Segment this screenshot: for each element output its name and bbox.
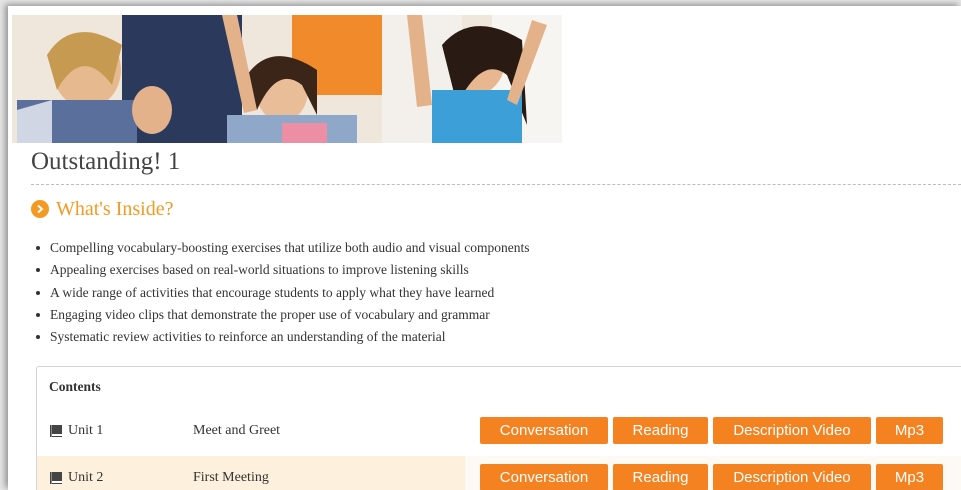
title-divider	[31, 184, 961, 185]
page-frame: Outstanding! 1 What's Inside? Compelling…	[8, 6, 961, 490]
mp3-button[interactable]: Mp3	[876, 464, 943, 490]
hero-image	[12, 15, 562, 143]
unit-row: Unit 2 First Meeting Conversation Readin…	[37, 456, 961, 490]
chevron-right-circle-icon	[31, 200, 49, 218]
page-title: Outstanding! 1	[31, 148, 181, 175]
unit-topic: Meet and Greet	[193, 423, 281, 438]
description-video-button[interactable]: Description Video	[713, 417, 871, 444]
feature-item: Systematic review activities to reinforc…	[34, 326, 530, 348]
contents-panel: Contents Unit 1 Meet and Greet Conversat…	[36, 366, 961, 490]
section-header: What's Inside?	[31, 196, 173, 222]
conversation-button[interactable]: Conversation	[480, 417, 608, 444]
mp3-button[interactable]: Mp3	[876, 417, 943, 444]
conversation-button[interactable]: Conversation	[480, 464, 608, 490]
feature-item: A wide range of activities that encourag…	[34, 282, 530, 304]
reading-button[interactable]: Reading	[613, 464, 708, 490]
feature-item: Appealing exercises based on real-world …	[34, 259, 530, 281]
feature-item: Compelling vocabulary-boosting exercises…	[34, 237, 530, 259]
feature-list: Compelling vocabulary-boosting exercises…	[34, 237, 530, 348]
unit-name-label: Unit 1	[68, 423, 104, 438]
unit-name-label: Unit 2	[68, 470, 104, 485]
unit-name: Unit 1	[49, 423, 103, 439]
book-icon	[50, 425, 62, 437]
contents-label: Contents	[49, 379, 101, 394]
unit-row: Unit 1 Meet and Greet Conversation Readi…	[37, 409, 961, 453]
description-video-button[interactable]: Description Video	[713, 464, 871, 490]
unit-topic: First Meeting	[193, 470, 269, 485]
unit-name: Unit 2	[49, 470, 103, 486]
hero-banner	[12, 15, 562, 143]
book-icon	[50, 472, 62, 484]
feature-item: Engaging video clips that demonstrate th…	[34, 304, 530, 326]
reading-button[interactable]: Reading	[613, 417, 708, 444]
section-title: What's Inside?	[56, 197, 174, 220]
